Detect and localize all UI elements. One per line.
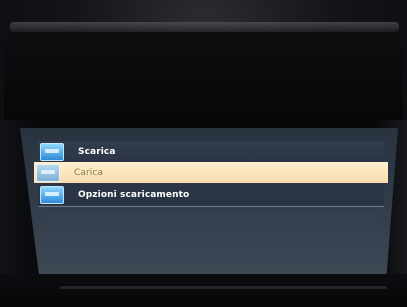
bezel-bottom-edge	[60, 286, 387, 289]
upload-icon	[36, 163, 60, 182]
menu-item-label: Scarica	[78, 146, 116, 157]
menu-item-label: Opzioni scaricamento	[78, 189, 190, 200]
device-screen: Scarica Carica Opzioni scaricamento	[20, 128, 398, 274]
download-icon	[40, 142, 64, 161]
device-body: Scarica Carica Opzioni scaricamento	[0, 0, 407, 307]
bezel-top-highlight	[10, 22, 399, 32]
menu-item-carica[interactable]: Carica	[34, 162, 388, 183]
menu-item-opzioni-scaricamento[interactable]: Opzioni scaricamento	[38, 184, 384, 205]
bezel-top-panel	[4, 32, 403, 128]
menu-item-label: Carica	[74, 167, 104, 178]
settings-icon	[40, 185, 64, 204]
menu-divider	[38, 206, 384, 207]
bezel-bottom	[0, 274, 407, 307]
menu-empty-area	[46, 212, 380, 262]
menu-item-scarica[interactable]: Scarica	[38, 141, 384, 162]
